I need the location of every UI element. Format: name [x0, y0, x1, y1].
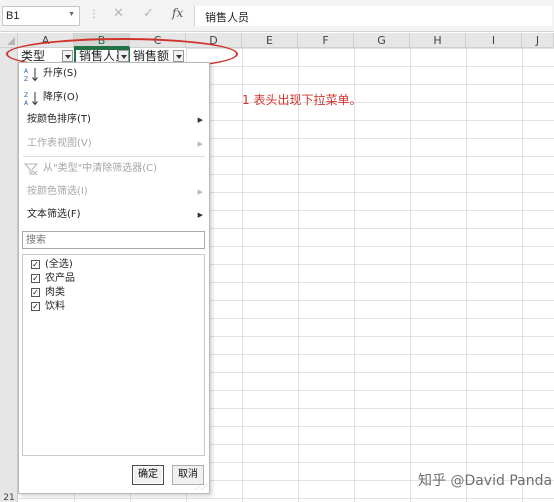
submenu-arrow-icon: ▶: [197, 211, 203, 219]
search-field[interactable]: [22, 231, 205, 249]
ok-button[interactable]: 确定: [132, 465, 164, 485]
more-options-icon: ⋮: [89, 9, 99, 20]
column-header-f[interactable]: F: [298, 33, 354, 48]
row-header-strip: [0, 48, 18, 502]
column-header-i[interactable]: I: [466, 33, 522, 48]
grid-line: [298, 48, 299, 502]
checkbox-checked[interactable]: ✓: [31, 260, 40, 269]
submenu-arrow-icon: ▶: [197, 140, 203, 148]
menu-item-clear-filter: 从"类型"中清除筛选器(C): [19, 158, 209, 180]
svg-text:Z: Z: [24, 76, 28, 82]
list-item-label: 饮料: [45, 301, 65, 312]
resize-grip-icon[interactable]: ⋰⋰: [195, 483, 208, 491]
menu-label: 文本筛选(F): [27, 209, 81, 220]
grid-line: [410, 48, 411, 502]
grid-line: [242, 48, 243, 502]
insert-function-icon[interactable]: fx: [172, 6, 183, 20]
menu-item-sort-ascending[interactable]: A Z 升序(S): [19, 63, 209, 85]
checkbox-checked[interactable]: ✓: [31, 274, 40, 283]
clear-filter-icon: [24, 163, 38, 176]
annotation-text: 1 表头出现下拉菜单。: [242, 93, 362, 107]
submenu-arrow-icon: ▶: [197, 188, 203, 196]
menu-divider: [23, 156, 205, 157]
list-item-label: 肉类: [45, 287, 65, 298]
column-header-e[interactable]: E: [242, 33, 298, 48]
menu-label: 工作表视图(V): [27, 138, 92, 149]
formula-bar: B1 ▼ ⋮ ✕ ✓ fx 销售人员: [0, 0, 554, 32]
name-box-value: B1: [6, 10, 20, 22]
menu-label: 升序(S): [43, 68, 78, 79]
grid-line: [522, 48, 523, 502]
name-box[interactable]: B1 ▼: [2, 6, 80, 26]
chevron-down-icon[interactable]: ▼: [68, 11, 75, 18]
submenu-arrow-icon: ▶: [197, 116, 203, 124]
svg-text:A: A: [24, 68, 29, 75]
list-item-label: 农产品: [45, 273, 75, 284]
grid-line: [354, 48, 355, 502]
menu-item-sort-by-color[interactable]: 按颜色排序(T) ▶: [19, 109, 209, 131]
svg-text:A: A: [24, 100, 29, 106]
svg-text:Z: Z: [24, 92, 28, 99]
menu-label: 按颜色筛选(I): [27, 186, 88, 197]
menu-item-sort-descending[interactable]: Z A 降序(O): [19, 87, 209, 109]
sort-descending-icon: Z A: [24, 92, 38, 106]
column-header-g[interactable]: G: [354, 33, 410, 48]
sort-ascending-icon: A Z: [24, 68, 38, 82]
watermark: 知乎 @David Panda: [418, 473, 553, 489]
search-input[interactable]: [26, 232, 196, 248]
formula-input[interactable]: 销售人员: [194, 6, 552, 26]
column-header-j[interactable]: J: [522, 33, 554, 48]
grid-line: [466, 48, 467, 502]
checkbox-checked[interactable]: ✓: [31, 302, 40, 311]
filter-values-list: ✓ (全选) ✓ 农产品 ✓ 肉类 ✓ 饮料: [22, 254, 205, 456]
cancel-icon[interactable]: ✕: [113, 6, 124, 21]
select-all-corner[interactable]: [0, 33, 18, 48]
enter-icon[interactable]: ✓: [143, 6, 154, 21]
cancel-button[interactable]: 取消: [172, 465, 204, 485]
menu-item-filter-by-color: 按颜色筛选(I) ▶: [19, 181, 209, 203]
menu-item-sheet-view: 工作表视图(V) ▶: [19, 133, 209, 155]
filter-dropdown-menu: A Z 升序(S) Z A 降序(O) 按颜色排序(T) ▶ 工作表视图(V) …: [18, 62, 210, 494]
menu-label: 按颜色排序(T): [27, 114, 91, 125]
row-header-21[interactable]: 21: [0, 493, 18, 502]
list-item-label: (全选): [45, 259, 73, 270]
menu-label: 从"类型"中清除筛选器(C): [43, 163, 157, 174]
column-header-h[interactable]: H: [410, 33, 466, 48]
menu-item-text-filters[interactable]: 文本筛选(F) ▶: [19, 204, 209, 226]
menu-label: 降序(O): [43, 92, 79, 103]
checkbox-checked[interactable]: ✓: [31, 288, 40, 297]
